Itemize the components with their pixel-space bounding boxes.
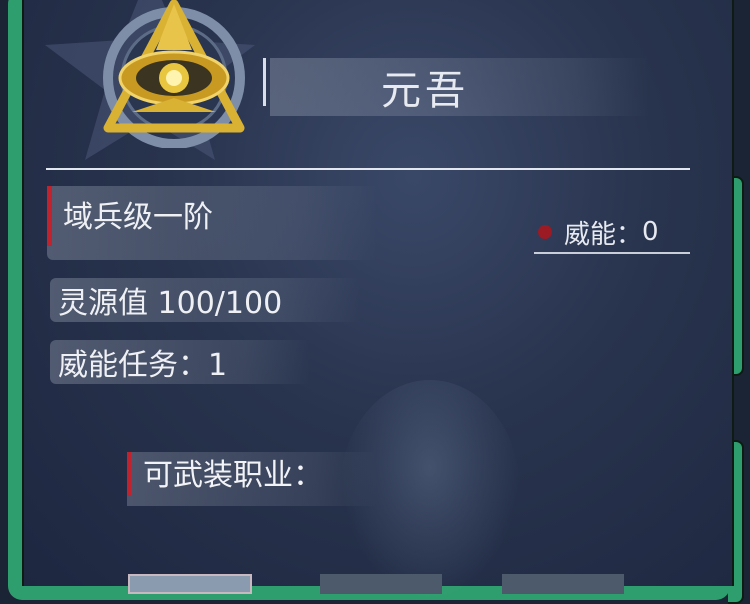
job-slot[interactable]	[320, 574, 442, 594]
power-value: 0	[642, 217, 659, 247]
job-slot[interactable]	[502, 574, 624, 594]
header-divider	[46, 168, 690, 170]
jobs-text: 可武装职业：	[143, 458, 323, 493]
spirit-value: 灵源值 100/100	[50, 278, 360, 322]
job-slot[interactable]	[128, 574, 252, 594]
power-task: 威能任务：1	[50, 340, 310, 384]
rank-text: 域兵级一阶	[63, 200, 213, 235]
jobs-accent-bar	[127, 452, 131, 496]
spirit-text: 灵源值 100/100	[58, 286, 283, 321]
rank-accent-bar	[47, 186, 52, 246]
power-dot-icon	[538, 225, 552, 239]
rank-label: 域兵级一阶	[47, 186, 377, 260]
name-plate: 元吾	[270, 58, 650, 116]
name-accent-bar	[263, 58, 266, 106]
rank-emblem-icon	[103, 0, 245, 148]
power-label: 威能：	[564, 219, 643, 250]
task-text: 威能任务：1	[58, 348, 228, 383]
power-stat: 威能： 0	[534, 212, 690, 254]
character-name: 元吾	[381, 68, 469, 114]
equippable-jobs-label: 可武装职业：	[127, 452, 377, 506]
